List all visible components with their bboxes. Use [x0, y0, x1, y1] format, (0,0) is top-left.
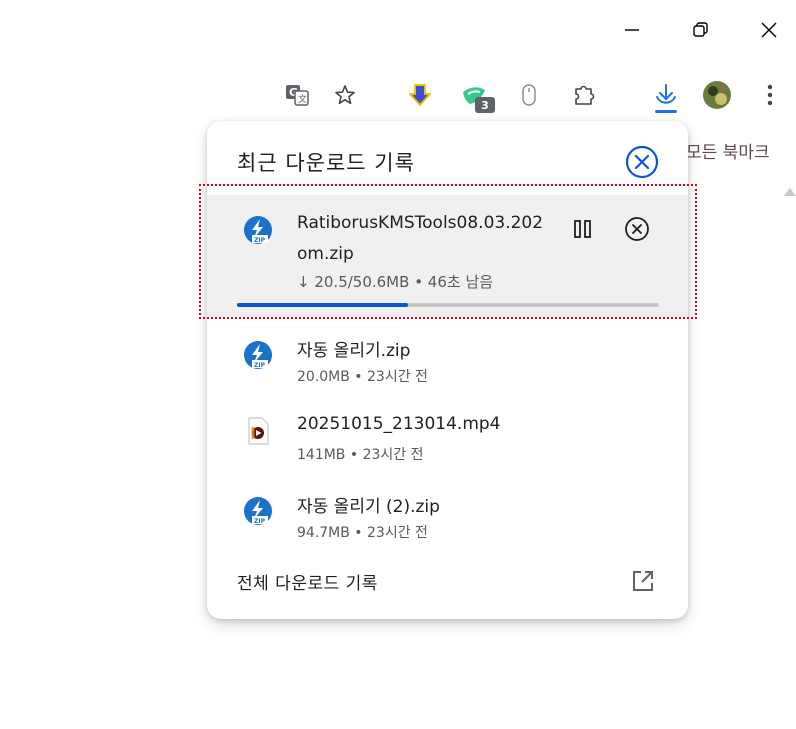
download-list-item[interactable]: ZIP 자동 올리기 (2).zip 94.7MB • 23시간 전 [207, 482, 688, 552]
zip-file-icon: ZIP [244, 497, 272, 525]
file-name: 자동 올리기 (2).zip [297, 497, 440, 517]
download-list-item[interactable]: ZIP 자동 올리기.zip 20.0MB • 23시간 전 [207, 326, 688, 396]
file-meta: 94.7MB • 23시간 전 [297, 525, 428, 541]
all-downloads-link[interactable]: 전체 다운로드 기록 [237, 569, 378, 594]
pause-button[interactable] [567, 213, 599, 245]
downloads-panel: 최근 다운로드 기록 ZIP RatiborusKMSTools08.03.20… [207, 121, 688, 619]
active-download-status: ↓ 20.5/50.6MB • 46초 남음 [297, 273, 494, 291]
download-icon [656, 84, 676, 104]
star-icon [335, 85, 355, 105]
zip-file-icon: ZIP [244, 216, 272, 244]
close-icon [761, 22, 777, 38]
puzzle-icon [575, 85, 595, 105]
svg-text:文: 文 [298, 93, 307, 105]
cancel-circle-icon [625, 217, 649, 241]
video-file-icon [248, 417, 269, 445]
file-meta: 141MB • 23시간 전 [297, 447, 424, 463]
more-menu-icon [767, 84, 773, 106]
translate-icon: G 文 [286, 85, 309, 106]
external-link-icon [633, 571, 653, 591]
mouse-icon [522, 84, 536, 106]
restore-button[interactable] [680, 14, 720, 46]
extension-download-arrow[interactable] [404, 79, 436, 111]
minimize-icon [625, 29, 639, 31]
active-file-name-line2: om.zip [297, 244, 354, 264]
translate-button[interactable]: G 文 [281, 79, 313, 111]
svg-text:ZIP: ZIP [254, 362, 266, 369]
downloads-button[interactable] [650, 79, 682, 111]
panel-title: 최근 다운로드 기록 [237, 151, 415, 175]
file-name: 자동 올리기.zip [297, 341, 411, 361]
download-progress-fill [237, 303, 408, 307]
active-file-name-line1: RatiborusKMSTools08.03.202 [297, 213, 544, 233]
extensions-button[interactable] [568, 79, 600, 111]
file-meta: 20.0MB • 23시간 전 [297, 369, 428, 385]
more-menu-button[interactable] [754, 79, 786, 111]
zip-file-icon: ZIP [244, 341, 272, 369]
restore-icon [693, 22, 708, 37]
download-list-item[interactable]: 20251015_213014.mp4 141MB • 23시간 전 [207, 404, 688, 474]
svg-text:ZIP: ZIP [254, 237, 266, 244]
minimize-button[interactable] [612, 14, 652, 46]
cancel-download-button[interactable] [621, 213, 653, 245]
avatar-icon [703, 81, 731, 109]
extension-badge-count: 3 [475, 97, 495, 113]
scroll-up-arrow[interactable] [784, 188, 796, 196]
bookmark-star-button[interactable] [329, 79, 361, 111]
downloads-active-indicator [655, 110, 677, 113]
download-progress-bar [237, 303, 659, 307]
panel-close-button[interactable] [625, 145, 659, 179]
profile-avatar[interactable] [701, 79, 733, 111]
close-window-button[interactable] [749, 14, 789, 46]
pause-icon [574, 220, 591, 238]
all-bookmarks-link[interactable]: 모든 북마크 [686, 138, 770, 163]
extension-mouse[interactable] [513, 79, 545, 111]
open-downloads-page-button[interactable] [629, 567, 657, 595]
extension-download-arrow-icon [409, 84, 431, 106]
file-name: 20251015_213014.mp4 [297, 414, 501, 434]
close-circle-icon [625, 145, 659, 179]
active-download-item[interactable]: ZIP RatiborusKMSTools08.03.202 om.zip ↓ … [207, 195, 688, 317]
svg-text:ZIP: ZIP [254, 518, 266, 525]
